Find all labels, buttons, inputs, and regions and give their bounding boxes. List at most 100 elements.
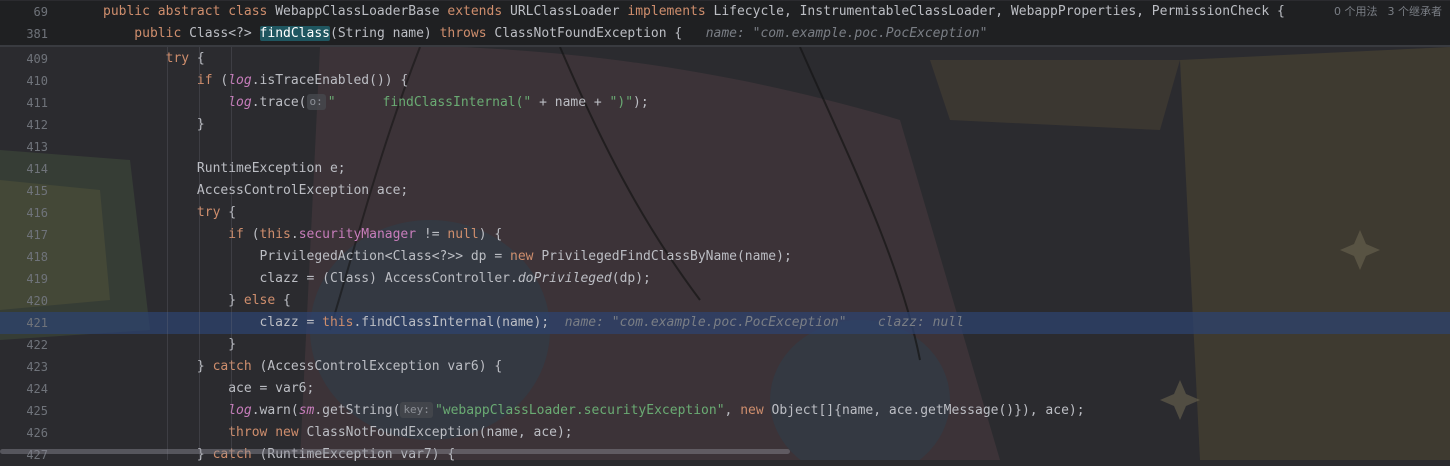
- code-token: {: [283, 293, 291, 308]
- inline-debug-value: name: "com.example.poc.PocException" cla…: [549, 315, 964, 330]
- code-text[interactable]: }: [103, 114, 205, 136]
- code-token: PrivilegedFindClassByName(name);: [541, 249, 792, 264]
- code-token: Lifecycle, InstrumentableClassLoader, We…: [713, 4, 1285, 19]
- code-token: ) {: [478, 227, 503, 242]
- code-text[interactable]: } catch (AccessControlException var6) {: [103, 356, 502, 378]
- code-token: " findClassInternal(": [327, 95, 532, 110]
- line-number[interactable]: 381: [0, 23, 48, 45]
- line-number[interactable]: 420: [0, 290, 48, 312]
- code-text[interactable]: if (this.securityManager != null) {: [103, 224, 502, 246]
- code-text[interactable]: if (log.isTraceEnabled()) {: [103, 70, 408, 92]
- line-number[interactable]: 413: [0, 136, 48, 158]
- sticky-line[interactable]: 381 public Class<?> findClass(String nam…: [0, 23, 1450, 45]
- code-token: }: [103, 359, 213, 374]
- line-number[interactable]: 417: [0, 224, 48, 246]
- code-line[interactable]: 426 throw new ClassNotFoundException(nam…: [0, 422, 1450, 444]
- code-text[interactable]: } catch (RuntimeException var7) {: [103, 444, 455, 466]
- code-token: try: [103, 205, 229, 220]
- code-text[interactable]: public Class<?> findClass(String name) t…: [103, 23, 987, 45]
- line-number[interactable]: 415: [0, 180, 48, 202]
- code-token: ClassNotFoundException {: [494, 26, 683, 41]
- line-number[interactable]: 418: [0, 246, 48, 268]
- parameter-hint: o:: [306, 94, 326, 110]
- code-line[interactable]: 425 log.warn(sm.getString(key: "webappCla…: [0, 400, 1450, 422]
- code-token: new: [740, 403, 772, 418]
- code-text[interactable]: log.trace(o: " findClassInternal(" + name…: [103, 92, 649, 114]
- code-token: else: [243, 293, 284, 308]
- line-number[interactable]: 419: [0, 268, 48, 290]
- horizontal-scrollbar[interactable]: [0, 449, 790, 454]
- code-line[interactable]: 419 clazz = (Class) AccessController.doP…: [0, 268, 1450, 290]
- line-number[interactable]: 424: [0, 378, 48, 400]
- line-number[interactable]: 409: [0, 48, 48, 70]
- line-number[interactable]: 422: [0, 334, 48, 356]
- code-token: null: [447, 227, 479, 242]
- code-token: implements: [627, 4, 714, 19]
- inheritors-hint[interactable]: 3 个继承者: [1388, 5, 1443, 18]
- code-text[interactable]: log.warn(sm.getString(key: "webappClassLo…: [103, 400, 1085, 422]
- code-text[interactable]: ace = var6;: [103, 378, 314, 400]
- code-text[interactable]: try {: [103, 202, 236, 224]
- code-editor[interactable]: 69 public abstract class WebappClassLoade…: [0, 0, 1450, 462]
- indent-guide: [167, 47, 168, 460]
- code-text[interactable]: try {: [103, 48, 205, 70]
- code-text[interactable]: PrivilegedAction<Class<?>> dp = new Priv…: [103, 246, 792, 268]
- code-token: URLClassLoader: [510, 4, 628, 19]
- line-number[interactable]: 69: [0, 1, 48, 23]
- code-text[interactable]: AccessControlException ace;: [103, 180, 408, 202]
- code-token: }: [103, 117, 205, 132]
- code-line[interactable]: 417 if (this.securityManager != null) {: [0, 224, 1450, 246]
- code-vision-hints[interactable]: 0 个用法 3 个继承者: [1324, 1, 1442, 23]
- line-number[interactable]: 421: [0, 312, 48, 334]
- code-token: );: [633, 95, 649, 110]
- code-token: catch: [212, 359, 260, 374]
- line-number[interactable]: 416: [0, 202, 48, 224]
- line-number[interactable]: 423: [0, 356, 48, 378]
- line-number[interactable]: 427: [0, 444, 48, 466]
- code-line[interactable]: 422 }: [0, 334, 1450, 356]
- usages-hint[interactable]: 0 个用法: [1334, 5, 1378, 18]
- code-token: (dp);: [611, 271, 651, 286]
- line-number[interactable]: 425: [0, 400, 48, 422]
- code-line[interactable]: 420 } else {: [0, 290, 1450, 312]
- code-line[interactable]: 427 } catch (RuntimeException var7) {: [0, 444, 1450, 466]
- code-line[interactable]: 410 if (log.isTraceEnabled()) {: [0, 70, 1450, 92]
- code-text[interactable]: clazz = (Class) AccessController.doPrivi…: [103, 268, 651, 290]
- code-token: {: [228, 205, 237, 220]
- current-execution-line[interactable]: 421 clazz = this.findClassInternal(name)…: [0, 312, 1450, 334]
- code-line[interactable]: 416 try {: [0, 202, 1450, 224]
- code-line[interactable]: 418 PrivilegedAction<Class<?>> dp = new …: [0, 246, 1450, 268]
- code-token: }: [103, 337, 237, 352]
- line-number[interactable]: 414: [0, 158, 48, 180]
- code-line[interactable]: 414 RuntimeException e;: [0, 158, 1450, 180]
- code-text[interactable]: } else {: [103, 290, 291, 312]
- sticky-header-separator: [0, 45, 1450, 47]
- code-text[interactable]: }: [103, 334, 236, 356]
- code-text[interactable]: RuntimeException e;: [103, 158, 346, 180]
- code-token: .isTraceEnabled()) {: [251, 73, 409, 88]
- code-token: if: [103, 227, 252, 242]
- code-token: public: [103, 26, 190, 41]
- sticky-line[interactable]: 69 public abstract class WebappClassLoade…: [0, 1, 1450, 23]
- line-number[interactable]: 410: [0, 70, 48, 92]
- line-number[interactable]: 411: [0, 92, 48, 114]
- code-line[interactable]: 412 }: [0, 114, 1450, 136]
- code-token: this: [322, 315, 354, 330]
- line-number[interactable]: 426: [0, 422, 48, 444]
- code-text[interactable]: throw new ClassNotFoundException(name, a…: [103, 422, 572, 444]
- line-number[interactable]: 412: [0, 114, 48, 136]
- code-line[interactable]: 415 AccessControlException ace;: [0, 180, 1450, 202]
- code-line[interactable]: 423 } catch (AccessControlException var6…: [0, 356, 1450, 378]
- code-line[interactable]: 424 ace = var6;: [0, 378, 1450, 400]
- code-text[interactable]: clazz = this.findClassInternal(name); na…: [103, 312, 964, 334]
- code-token: if: [103, 73, 221, 88]
- indent-guide: [199, 47, 200, 460]
- code-line[interactable]: 413: [0, 136, 1450, 158]
- code-line[interactable]: 411 log.trace(o: " findClassInternal(" + …: [0, 92, 1450, 114]
- code-line[interactable]: 409 try {: [0, 48, 1450, 70]
- code-text[interactable]: public abstract class WebappClassLoaderB…: [103, 1, 1285, 23]
- code-token: (: [251, 227, 260, 242]
- code-token: Object[]{name, ace.getMessage()}), ace);: [771, 403, 1085, 418]
